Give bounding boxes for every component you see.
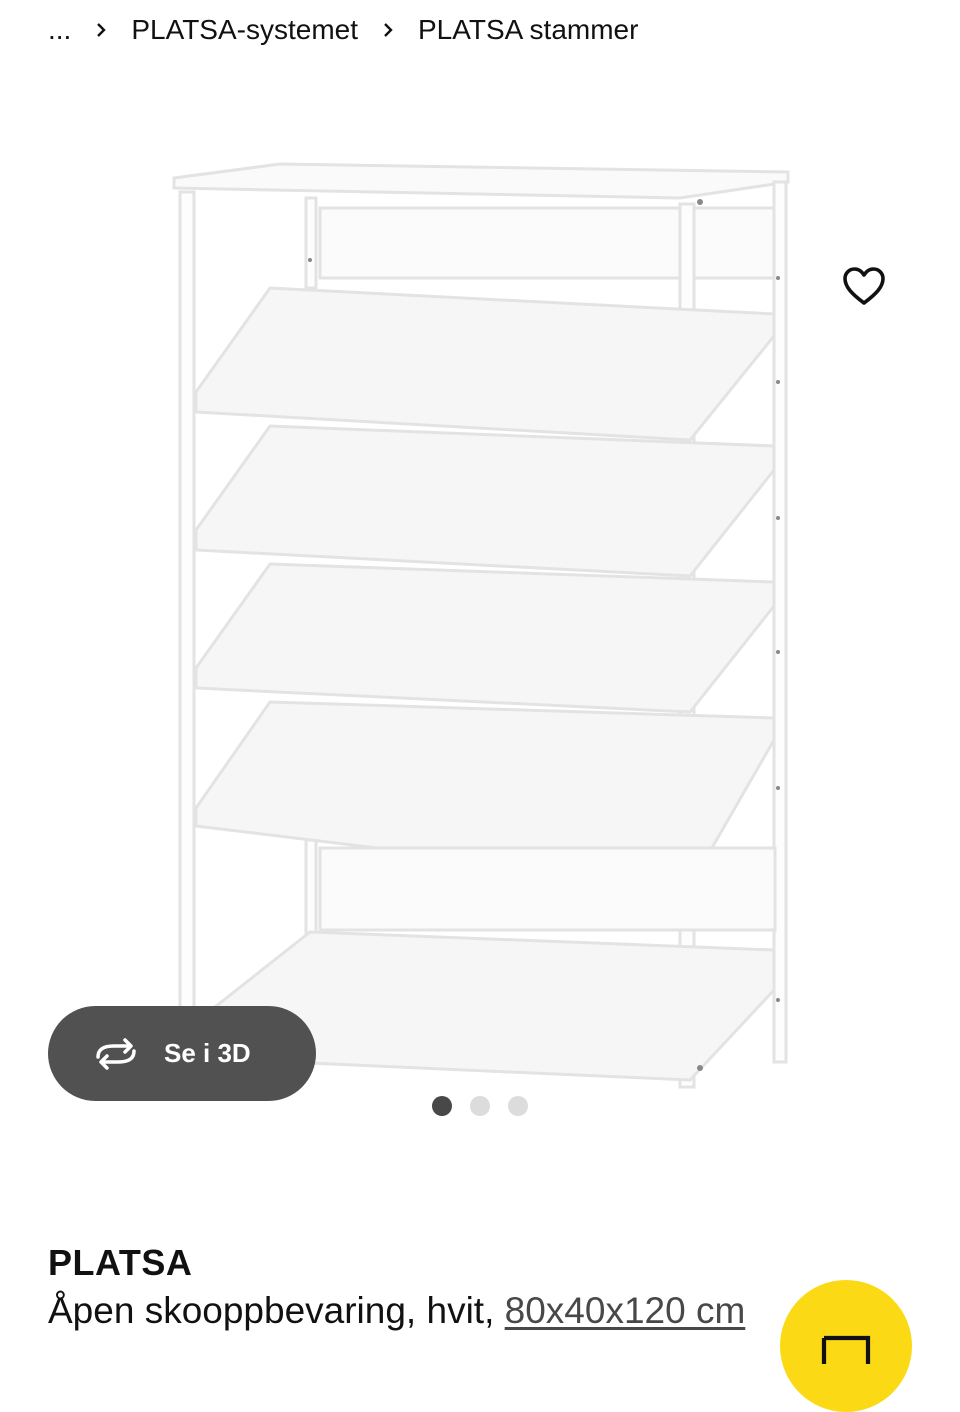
product-dimensions-link[interactable]: 80x40x120 cm xyxy=(505,1290,746,1331)
heart-icon xyxy=(843,267,885,305)
gallery-dot-1[interactable] xyxy=(432,1096,452,1116)
gallery-dot-2[interactable] xyxy=(470,1096,490,1116)
product-name: PLATSA xyxy=(48,1242,193,1283)
breadcrumb-ellipsis[interactable]: ... xyxy=(48,14,71,46)
product-image xyxy=(172,162,790,1089)
product-gallery[interactable]: Se i 3D xyxy=(0,80,960,1160)
gallery-dot-3[interactable] xyxy=(508,1096,528,1116)
product-description: Åpen skooppbevaring, hvit, 80x40x120 cm xyxy=(48,1290,745,1332)
gallery-pagination xyxy=(0,1096,960,1116)
view-in-3d-label: Se i 3D xyxy=(164,1038,251,1068)
breadcrumb-platsa-stammer[interactable]: PLATSA stammer xyxy=(418,14,638,46)
breadcrumb: ... PLATSA-systemet PLATSA stammer xyxy=(48,10,638,50)
add-to-cart-button[interactable] xyxy=(780,1280,912,1412)
view-in-3d-button[interactable]: Se i 3D xyxy=(48,1006,316,1101)
breadcrumb-platsa-systemet[interactable]: PLATSA-systemet xyxy=(131,14,358,46)
chevron-right-icon xyxy=(89,18,113,42)
chevron-right-icon xyxy=(376,18,400,42)
favorite-button[interactable] xyxy=(834,256,894,316)
shopping-bag-icon xyxy=(821,1335,871,1364)
product-description-text: Åpen skooppbevaring, hvit, xyxy=(48,1290,495,1331)
rotate-3d-icon xyxy=(90,1037,142,1071)
